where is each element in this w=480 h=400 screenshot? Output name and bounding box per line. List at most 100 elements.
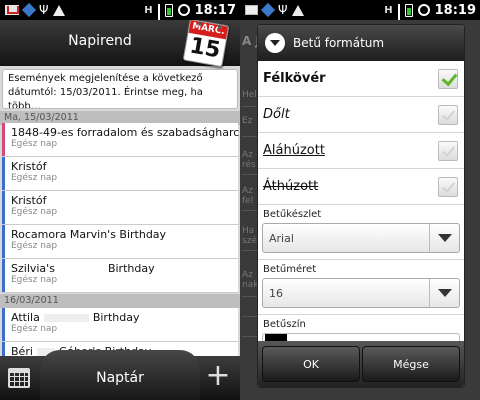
background-text-snippet: nak — [242, 280, 259, 290]
calendar-bottom-bar: Naptár + — [0, 350, 240, 400]
event-item[interactable]: Rocamora Marvin's Birthday Egész nap — [2, 225, 238, 259]
background-text-snippet: szé — [242, 236, 257, 246]
option-bold-label: Félkövér — [263, 71, 326, 86]
bold-checkbox[interactable] — [438, 68, 458, 89]
dialog-title: Betű formátum — [293, 36, 385, 50]
calendar-view-button[interactable] — [8, 368, 34, 392]
event-title: Kristóf — [11, 160, 47, 173]
battery-icon — [164, 3, 173, 17]
event-title-end: Birthday — [92, 311, 140, 324]
plus-icon: + — [205, 358, 231, 393]
font-size-value: 16 — [269, 286, 283, 300]
usb-icon: Ψ — [278, 3, 288, 17]
warning-icon — [292, 4, 305, 16]
calendar-title: Napirend — [68, 33, 132, 49]
background-text-snippet: Hel — [242, 90, 257, 100]
option-underline[interactable]: Aláhúzott — [258, 133, 464, 169]
option-strikethrough-label: Áthúzott — [263, 179, 319, 194]
event-title-start: Szilvia's — [11, 262, 55, 275]
event-subtitle: Egész nap — [11, 173, 58, 183]
h-signal-icon: H — [144, 4, 153, 16]
strikethrough-checkbox[interactable] — [438, 176, 458, 197]
calendar-grid-icon — [8, 368, 30, 388]
dialog-header: Betű formátum — [258, 25, 464, 61]
day-header-next: 16/03/2011 — [0, 294, 240, 308]
option-underline-label: Aláhúzott — [263, 143, 325, 158]
event-item[interactable]: Kristóf Egész nap — [2, 191, 238, 225]
font-set-select[interactable]: Arial — [262, 223, 460, 253]
event-subtitle: Egész nap — [11, 139, 58, 149]
date-range-notice[interactable]: Események megjelenítése a következő dátu… — [2, 69, 238, 109]
event-item[interactable]: 1848-49-es forradalom és szabadságharc E… — [2, 123, 240, 157]
status-time: 18:19 — [434, 2, 476, 18]
background-text-snippet: Ez — [242, 116, 253, 126]
dropdown-circle-icon — [265, 33, 285, 53]
option-strikethrough[interactable]: Áthúzott — [258, 169, 464, 205]
ok-button[interactable]: OK — [262, 346, 360, 382]
signal-icon — [157, 4, 160, 34]
event-title: Kristóf — [11, 194, 47, 207]
signal-icon — [397, 4, 400, 34]
event-color-bar — [2, 308, 5, 341]
dialog-footer: OK Mégse — [258, 341, 464, 387]
status-time: 18:17 — [194, 2, 236, 18]
alarm-icon — [417, 4, 430, 16]
italic-checkbox[interactable] — [438, 104, 458, 125]
warning-icon — [53, 4, 66, 16]
battery-icon — [404, 3, 413, 17]
background-text-snippet: Az — [242, 270, 253, 280]
chevron-down-icon — [429, 224, 459, 252]
event-item[interactable]: Attila Birthday Egész nap — [2, 308, 238, 342]
event-title: Attila Birthday — [11, 308, 238, 324]
app-icon — [21, 2, 37, 18]
event-color-bar — [2, 259, 5, 292]
cancel-button[interactable]: Mégse — [362, 346, 460, 382]
event-color-bar — [2, 123, 5, 156]
event-title: 1848-49-es forradalom és szabadságharc — [11, 126, 240, 139]
status-bar-right: Ψ H 18:19 — [240, 0, 480, 34]
calendar-header: Napirend MÁRC. 15 — [0, 20, 240, 68]
event-item[interactable]: Szilvia's Birthday Egész nap — [2, 259, 238, 293]
date-icon-day: 15 — [187, 33, 223, 64]
event-title-start: Attila — [11, 311, 40, 324]
font-format-dialog: Betű formátum Félkövér Dőlt Aláhúzott Át… — [257, 24, 465, 388]
event-title: Rocamora Marvin's Birthday — [11, 228, 167, 241]
background-text-snippet: Ha — [242, 226, 255, 236]
event-subtitle: Egész nap — [11, 275, 58, 285]
font-set-label: Betűkészlet — [263, 209, 322, 220]
gmail-icon — [245, 5, 258, 15]
font-size-select[interactable]: 16 — [262, 278, 460, 308]
event-subtitle: Egész nap — [11, 241, 58, 251]
background-text-snippet: rés — [242, 160, 256, 170]
event-item[interactable]: Kristóf Egész nap — [2, 157, 238, 191]
h-signal-icon: H — [384, 4, 393, 16]
status-bar-left: Ψ H 18:17 — [0, 0, 240, 34]
font-color-label: Betűszín — [263, 319, 306, 330]
add-event-button[interactable]: + — [204, 361, 232, 391]
event-title-end: Birthday — [107, 262, 155, 275]
redacted-text — [58, 265, 104, 273]
background-text-snippet: fel — [242, 196, 254, 206]
background-text-snippet: Az — [242, 186, 253, 196]
font-size-label: Betűméret — [263, 264, 317, 275]
underline-checkbox[interactable] — [438, 140, 458, 161]
event-color-bar — [2, 191, 5, 224]
font-set-value: Arial — [269, 231, 294, 245]
calendar-agenda: Napirend MÁRC. 15 Események megjelenítés… — [0, 20, 240, 400]
event-color-bar — [2, 225, 5, 258]
event-subtitle: Egész nap — [11, 207, 58, 217]
option-bold[interactable]: Félkövér — [258, 61, 464, 97]
event-color-bar — [2, 157, 5, 190]
calendar-bottom-label[interactable]: Naptár — [40, 370, 200, 386]
option-italic[interactable]: Dőlt — [258, 97, 464, 133]
app-icon — [260, 2, 276, 18]
chevron-down-icon — [429, 279, 459, 307]
background-text-snippet: Az — [242, 150, 253, 160]
email-icon — [5, 5, 19, 15]
event-title: Szilvia's Birthday — [11, 259, 238, 275]
alarm-icon — [177, 4, 190, 16]
event-subtitle: Egész nap — [11, 324, 58, 334]
redacted-text — [43, 314, 89, 322]
usb-icon: Ψ — [39, 3, 49, 17]
calendar-date-icon[interactable]: MÁRC. 15 — [182, 20, 230, 68]
